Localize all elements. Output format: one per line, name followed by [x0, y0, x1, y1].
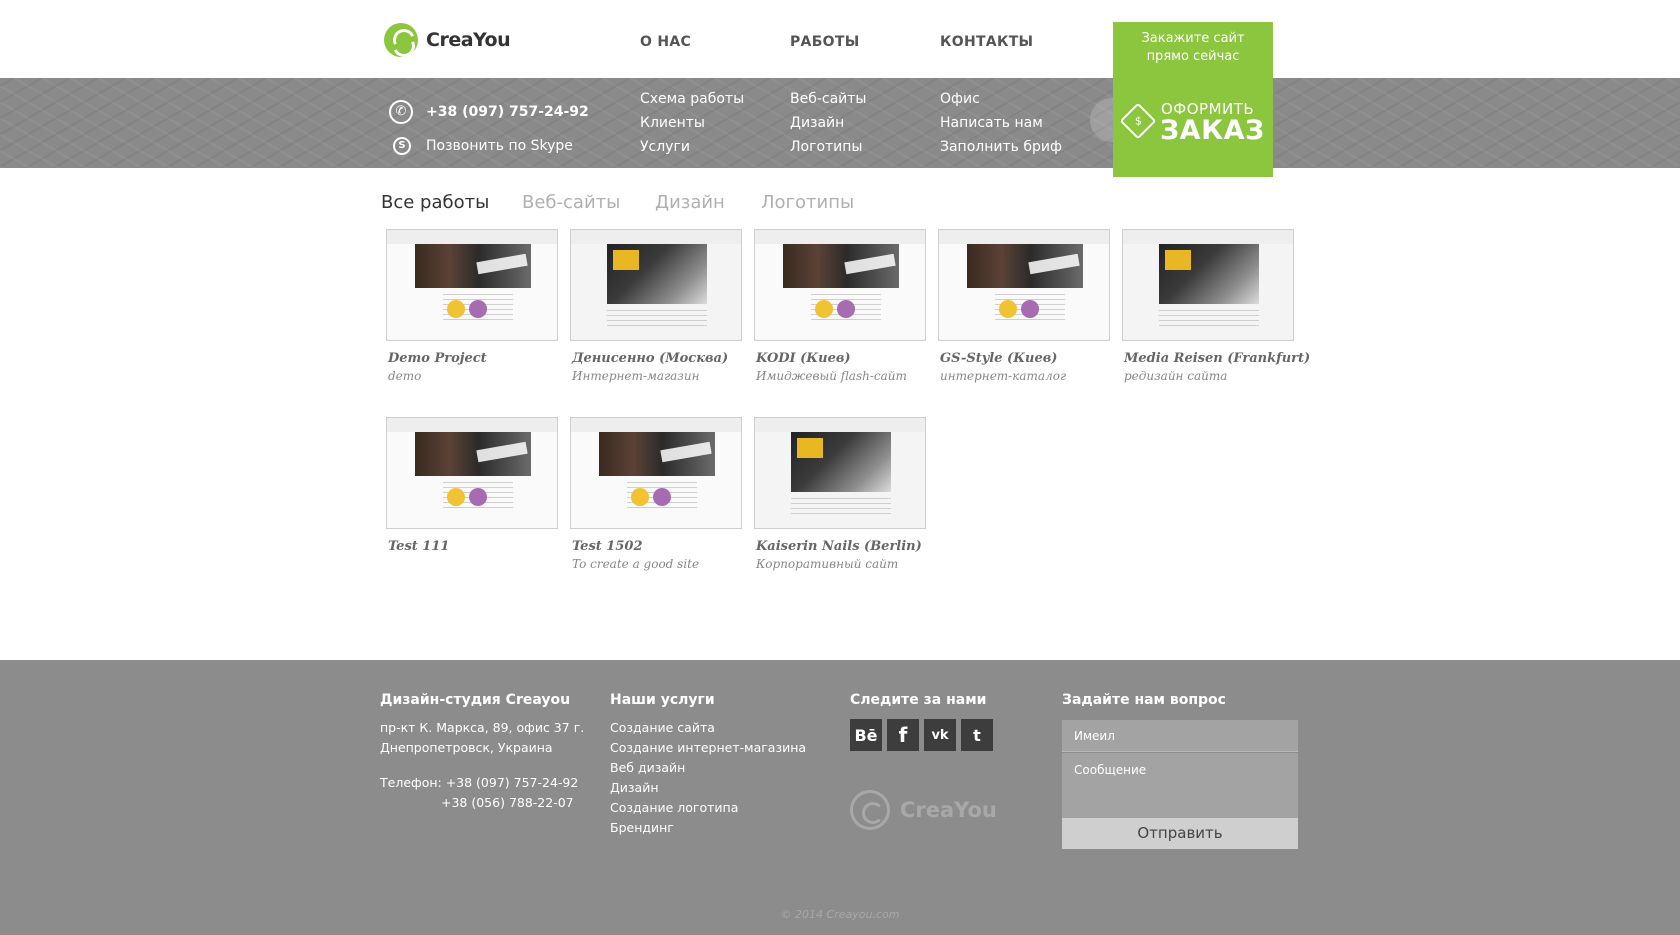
portfolio-card[interactable]: Test 1502 To create a good site [570, 417, 742, 571]
filter-all[interactable]: Все работы [381, 192, 489, 213]
link-logos[interactable]: Логотипы [790, 139, 862, 155]
footer-service-link[interactable]: Дизайн [610, 778, 659, 798]
footer-studio-heading: Дизайн-студия Creayou [380, 692, 571, 708]
portfolio-title[interactable]: Test 1502 [570, 539, 742, 554]
footer-follow-heading: Следите за нами [850, 692, 987, 708]
footer-logo-icon [850, 790, 890, 830]
portfolio-card[interactable]: Media Reisen (Frankfurt) редизайн сайта [1122, 229, 1310, 383]
portfolio-thumbnail[interactable] [938, 229, 1110, 341]
email-input[interactable] [1062, 720, 1298, 752]
skype-icon: S [393, 137, 411, 155]
portfolio-card[interactable]: Kaiserin Nails (Berlin) Корпоративный са… [754, 417, 926, 571]
portfolio-thumbnail[interactable] [570, 417, 742, 529]
portfolio-card[interactable]: Demo Project demo [386, 229, 558, 383]
footer-phone-1: Телефон: +38 (097) 757-24-92 [380, 775, 579, 790]
behance-icon[interactable]: Bē [850, 719, 882, 751]
filter-design[interactable]: Дизайн [655, 192, 725, 213]
portfolio-card[interactable]: GS-Style (Киев) интернет-каталог [938, 229, 1110, 383]
link-work-scheme[interactable]: Схема работы [640, 91, 744, 107]
footer-logo: CreaYou [850, 790, 997, 830]
portfolio-title[interactable]: GS-Style (Киев) [938, 351, 1110, 366]
footer-service-link[interactable]: Брендинг [610, 818, 674, 838]
portfolio-thumbnail[interactable] [570, 229, 742, 341]
portfolio-subtitle: интернет-каталог [940, 369, 1067, 383]
order-now-banner[interactable]: Закажите сайт прямо сейчас [1113, 22, 1273, 78]
portfolio-thumbnail[interactable] [754, 417, 926, 529]
portfolio-thumbnail[interactable] [754, 229, 926, 341]
phone-icon: ✆ [389, 100, 413, 124]
filter-websites[interactable]: Веб-сайты [522, 192, 620, 213]
message-input[interactable] [1062, 753, 1298, 818]
portfolio-subtitle: demo [388, 369, 422, 383]
footer-ask-heading: Задайте нам вопрос [1062, 692, 1226, 708]
portfolio-thumbnail[interactable] [386, 417, 558, 529]
link-brief[interactable]: Заполнить бриф [940, 139, 1062, 155]
portfolio-card[interactable]: Денисенно (Москва) Интернет-магазин [570, 229, 742, 383]
footer-service-link[interactable]: Создание логотипа [610, 798, 738, 818]
site-logo[interactable]: CreaYou [384, 22, 524, 58]
link-design[interactable]: Дизайн [790, 115, 844, 131]
skype-link[interactable]: Позвонить по Skype [426, 138, 573, 154]
order-now-line1: Закажите сайт [1141, 31, 1245, 46]
footer-phone-2: +38 (056) 788-22-07 [441, 795, 574, 810]
portfolio-subtitle: Имиджевый flash-сайт [756, 369, 907, 383]
filter-logos[interactable]: Логотипы [761, 192, 854, 213]
portfolio-title[interactable]: Demo Project [386, 351, 558, 366]
footer-logo-text: CreaYou [900, 798, 997, 822]
facebook-icon[interactable]: f [887, 719, 919, 751]
portfolio-card[interactable]: KODI (Киев) Имиджевый flash-сайт [754, 229, 926, 383]
nav-works[interactable]: РАБОТЫ [790, 34, 860, 50]
portfolio-card[interactable]: Test 111 [386, 417, 558, 557]
footer-service-link[interactable]: Веб дизайн [610, 758, 685, 778]
link-websites[interactable]: Веб-сайты [790, 91, 867, 107]
footer-services-heading: Наши услуги [610, 692, 715, 708]
footer-service-link[interactable]: Создание интернет-магазина [610, 738, 806, 758]
footer-service-link[interactable]: Создание сайта [610, 718, 715, 738]
place-order-line2: ЗАКАЗ [1160, 115, 1265, 146]
portfolio-title[interactable]: Media Reisen (Frankfurt) [1122, 351, 1310, 366]
nav-about[interactable]: О НАС [640, 34, 691, 50]
portfolio-subtitle: To create a good site [572, 557, 700, 571]
nav-contacts[interactable]: КОНТАКТЫ [940, 34, 1033, 50]
link-write-us[interactable]: Написать нам [940, 115, 1043, 131]
twitter-icon[interactable]: t [961, 719, 993, 751]
logo-icon [384, 23, 418, 57]
order-now-line2: прямо сейчас [1146, 49, 1240, 64]
link-office[interactable]: Офис [940, 91, 980, 107]
portfolio-subtitle: Корпоративный сайт [756, 557, 899, 571]
site-footer [0, 660, 1680, 935]
portfolio-thumbnail[interactable] [386, 229, 558, 341]
logo-text: CreaYou [426, 29, 511, 51]
link-clients[interactable]: Клиенты [640, 115, 705, 131]
portfolio-thumbnail[interactable] [1122, 229, 1294, 341]
link-services[interactable]: Услуги [640, 139, 690, 155]
copyright: © 2014 Creayou.com [780, 908, 900, 921]
portfolio-title[interactable]: Test 111 [386, 539, 558, 554]
footer-address-line1: пр-кт К. Маркса, 89, офис 37 г. [380, 720, 585, 735]
send-button[interactable]: Отправить [1062, 818, 1298, 849]
vk-icon[interactable]: vk [924, 719, 956, 751]
portfolio-title[interactable]: KODI (Киев) [754, 351, 926, 366]
footer-address-line2: Днепропетровск, Украина [380, 740, 553, 755]
portfolio-subtitle: Интернет-магазин [572, 369, 700, 383]
portfolio-subtitle: редизайн сайта [1124, 369, 1228, 383]
portfolio-title[interactable]: Денисенно (Москва) [570, 351, 742, 366]
price-tag-icon: $ [1119, 102, 1157, 140]
phone-number[interactable]: +38 (097) 757-24-92 [426, 104, 589, 120]
portfolio-title[interactable]: Kaiserin Nails (Berlin) [754, 539, 926, 554]
place-order-button[interactable]: $ ОФОРМИТЬ ЗАКАЗ [1113, 78, 1273, 177]
